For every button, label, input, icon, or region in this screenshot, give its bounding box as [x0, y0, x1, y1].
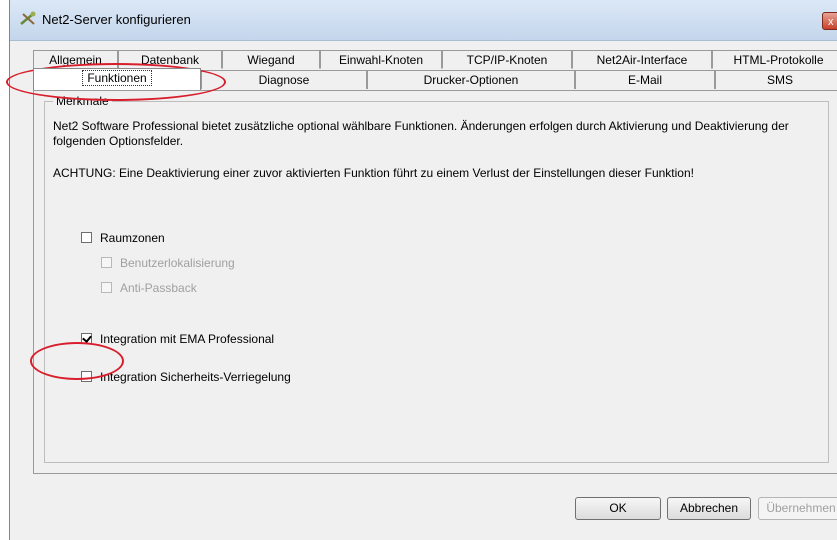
option-label: Anti-Passback: [120, 281, 197, 295]
tab-allgemein[interactable]: Allgemein: [33, 50, 118, 69]
option-label: Integration mit EMA Professional: [100, 332, 275, 346]
checkbox-integration-sicherheits-verriegelung[interactable]: [81, 371, 92, 382]
option-anti-passback[interactable]: Anti-Passback: [101, 280, 197, 296]
tab-net2air-interface[interactable]: Net2Air-Interface: [572, 50, 712, 69]
tab-tcpip-knoten[interactable]: TCP/IP-Knoten: [442, 50, 572, 69]
option-raumzonen[interactable]: Raumzonen: [81, 230, 165, 246]
option-integration-ema[interactable]: Integration mit EMA Professional: [81, 331, 274, 347]
option-benutzerlokalisierung[interactable]: Benutzerlokalisierung: [101, 255, 235, 271]
checkbox-anti-passback[interactable]: [101, 282, 112, 293]
tab-einwahl-knoten[interactable]: Einwahl-Knoten: [320, 50, 442, 69]
dialog-window: Net2-Server konfigurieren x Allgemein Da…: [9, 0, 837, 540]
tab-datenbank[interactable]: Datenbank: [118, 50, 222, 69]
apply-button[interactable]: Übernehmen: [758, 497, 837, 520]
merkmale-groupbox: Merkmale Net2 Software Professional biet…: [44, 94, 829, 463]
option-label: Benutzerlokalisierung: [120, 256, 235, 270]
tools-icon: [20, 11, 36, 25]
cancel-button[interactable]: Abbrechen: [667, 497, 751, 520]
tab-email[interactable]: E-Mail: [575, 70, 715, 89]
tab-html-protokolle[interactable]: HTML-Protokolle: [712, 50, 837, 69]
tab-diagnose[interactable]: Diagnose: [201, 70, 367, 89]
group-label: Merkmale: [53, 94, 112, 108]
option-integration-sicherheits-verriegelung[interactable]: Integration Sicherheits-Verriegelung: [81, 369, 291, 385]
title-bar[interactable]: Net2-Server konfigurieren x: [10, 0, 837, 41]
option-label: Raumzonen: [100, 231, 165, 245]
tab-funktionen-label: Funktionen: [82, 70, 152, 86]
tab-panel: Merkmale Net2 Software Professional biet…: [33, 90, 837, 474]
checkbox-benutzerlokalisierung[interactable]: [101, 257, 112, 268]
option-label: Integration Sicherheits-Verriegelung: [100, 370, 291, 384]
checkbox-integration-ema[interactable]: [81, 333, 92, 344]
checkbox-raumzonen[interactable]: [81, 232, 92, 243]
close-button[interactable]: x: [822, 12, 837, 30]
tab-drucker-optionen[interactable]: Drucker-Optionen: [367, 70, 575, 89]
description-text: Net2 Software Professional bietet zusätz…: [53, 119, 789, 148]
tab-funktionen[interactable]: Funktionen: [33, 68, 201, 90]
tab-sms[interactable]: SMS: [715, 70, 837, 89]
ok-button[interactable]: OK: [575, 497, 661, 520]
tab-wiegand[interactable]: Wiegand: [222, 50, 320, 69]
window-title: Net2-Server konfigurieren: [42, 12, 191, 27]
warning-text: ACHTUNG: Eine Deaktivierung einer zuvor …: [53, 166, 694, 180]
